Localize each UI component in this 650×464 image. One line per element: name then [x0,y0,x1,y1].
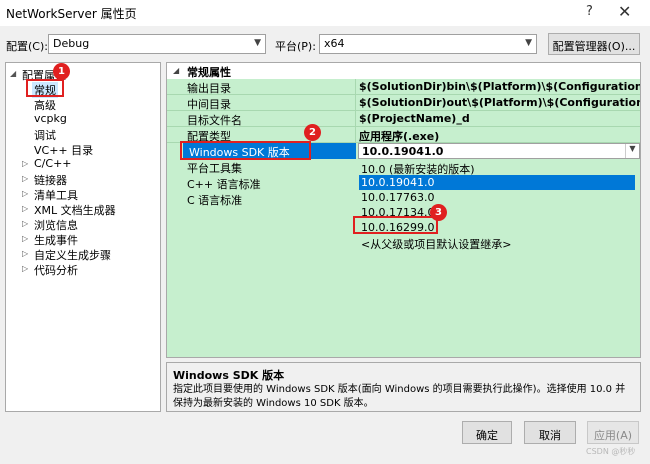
collapse-icon[interactable]: ◢ [10,69,20,78]
tree-item-label: 生成事件 [34,234,78,247]
expand-icon[interactable]: ▷ [22,264,32,273]
tree-item-label: 调试 [34,129,56,142]
expand-icon[interactable]: ▷ [22,219,32,228]
property-name: 中间目录 [187,98,231,111]
expand-icon[interactable]: ▷ [22,249,32,258]
description-text: 指定此项目要使用的 Windows SDK 版本(面向 Windows 的项目需… [173,384,626,409]
dropdown-option-highlighted[interactable]: 10.0.19041.0 [359,175,635,190]
property-name: C 语言标准 [187,194,243,207]
sdk-version-select[interactable]: 10.0.19041.0 ▼ [358,143,640,159]
property-name: 目标文件名 [187,114,242,127]
expand-icon[interactable]: ▷ [22,234,32,243]
expand-icon[interactable]: ▷ [22,174,32,183]
tree-item-label: VC++ 目录 [34,144,94,157]
apply-button[interactable]: 应用(A) [587,421,639,444]
tree-item-label: XML 文档生成器 [34,204,116,217]
collapse-icon[interactable]: ◢ [173,66,179,75]
platform-value: x64 [324,37,345,50]
property-value: $(SolutionDir)out\$(Platform)\$(Configur… [359,96,640,109]
platform-select[interactable]: x64 ▼ [319,34,537,54]
sdk-version-value: 10.0.19041.0 [362,145,444,158]
property-name: 平台工具集 [187,162,242,175]
expand-icon[interactable]: ▷ [22,189,32,198]
close-button[interactable]: ✕ [618,2,631,21]
callout-box-3 [353,216,438,234]
config-manager-button[interactable]: 配置管理器(O)... [548,33,640,55]
description-pane: Windows SDK 版本 指定此项目要使用的 Windows SDK 版本(… [166,362,641,412]
tree-item-label: 链接器 [34,174,67,187]
tree-item-label: 高级 [34,99,56,112]
tree-item-label: 自定义生成步骤 [34,249,111,262]
callout-badge-3: 3 [430,204,447,221]
ok-button[interactable]: 确定 [462,421,512,444]
tree-item-label: C/C++ [34,157,72,170]
callout-badge-1: 1 [53,63,70,80]
property-tree: ◢ 配置属性 常规 高级 vcpkg 调试 VC++ 目录 ▷ C/C++ ▷ … [5,62,161,412]
chevron-down-icon: ▼ [525,38,532,48]
config-value: Debug [53,37,90,50]
title-bar: NetWorkServer 属性页 ? ✕ [0,0,650,26]
column-divider [355,111,356,127]
property-grid: ◢ 常规属性 输出目录 $(SolutionDir)bin\$(Platform… [166,62,641,358]
section-header[interactable]: ◢ 常规属性 [167,63,640,79]
property-value: $(SolutionDir)bin\$(Platform)\$(Configur… [359,80,640,93]
config-label: 配置(C): [6,40,48,53]
section-title: 常规属性 [187,66,231,79]
expand-icon[interactable]: ▷ [22,204,32,213]
chevron-down-icon[interactable]: ▼ [625,144,639,158]
callout-box-1 [26,79,64,97]
watermark: CSDN @秒秒 [586,447,636,456]
config-bar: 配置(C): Debug ▼ 平台(P): x64 ▼ 配置管理器(O)... [0,26,650,62]
dropdown-option[interactable]: 10.0 (最新安装的版本) [359,160,635,176]
expand-icon[interactable]: ▷ [22,159,32,168]
platform-label: 平台(P): [275,40,316,53]
cancel-button[interactable]: 取消 [524,421,576,444]
tree-item-label: 清单工具 [34,189,78,202]
chevron-down-icon: ▼ [254,38,261,48]
help-button[interactable]: ? [586,4,593,19]
tree-item-label: 浏览信息 [34,219,78,232]
property-value: 应用程序(.exe) [359,130,440,143]
property-row[interactable]: 中间目录 $(SolutionDir)out\$(Platform)\$(Con… [167,95,640,111]
tree-item-label: vcpkg [34,112,67,125]
property-row[interactable]: 目标文件名 $(ProjectName)_d [167,111,640,127]
description-title: Windows SDK 版本 [173,369,285,382]
callout-badge-2: 2 [304,124,321,141]
property-name: 输出目录 [187,82,231,95]
dropdown-option[interactable]: <从父级或项目默认设置继承> [359,235,635,251]
property-row[interactable]: 输出目录 $(SolutionDir)bin\$(Platform)\$(Con… [167,79,640,95]
column-divider [355,95,356,111]
property-value: $(ProjectName)_d [359,112,470,125]
window-title: NetWorkServer 属性页 [6,7,137,21]
property-name: C++ 语言标准 [187,178,261,191]
column-divider [355,127,356,143]
column-divider [355,79,356,95]
config-select[interactable]: Debug ▼ [48,34,266,54]
callout-box-2 [180,141,311,160]
dropdown-option[interactable]: 10.0.17763.0 [359,190,635,205]
tree-item-label: 代码分析 [34,264,78,277]
